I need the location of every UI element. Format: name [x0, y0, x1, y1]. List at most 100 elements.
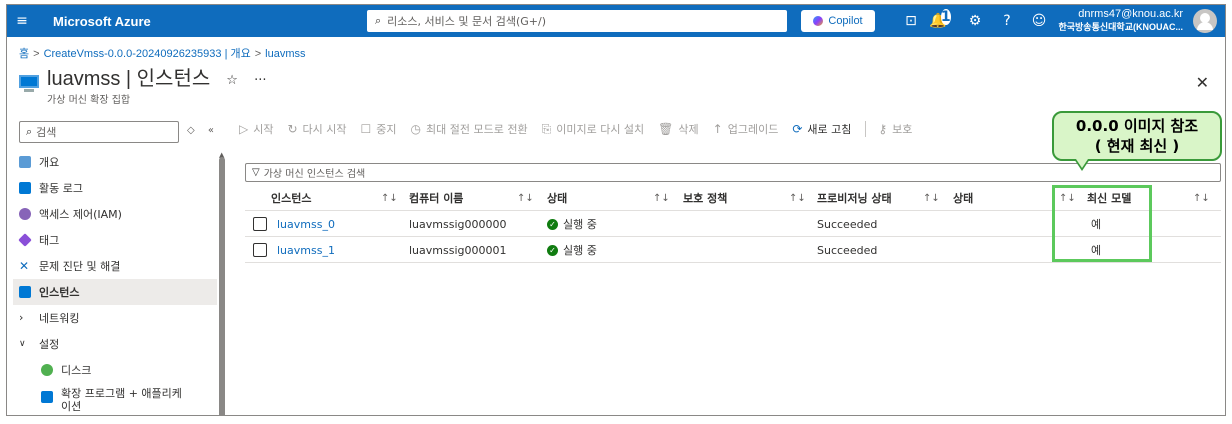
- global-search-placeholder: 리소스, 서비스 및 문서 검색(G+/): [387, 15, 547, 28]
- copilot-button[interactable]: Copilot: [801, 10, 875, 32]
- sidebar-item-tags[interactable]: 태그: [13, 227, 217, 253]
- row-checkbox[interactable]: [253, 243, 267, 257]
- sidebar-item-networking[interactable]: › 네트워킹: [13, 305, 217, 331]
- hibernate-button[interactable]: ◷ 최대 절전 모드로 전환: [411, 121, 528, 137]
- sort-icon[interactable]: ↑↓: [1193, 185, 1210, 211]
- sidebar-item-extensions[interactable]: 확장 프로그램 + 애플리케이션: [13, 383, 217, 415]
- breadcrumb-home[interactable]: 홈: [19, 48, 29, 60]
- column-header-instance[interactable]: 인스턴스: [271, 185, 311, 211]
- nav-tools: ◇ «: [187, 125, 224, 136]
- column-header-status[interactable]: 상태: [547, 185, 567, 211]
- upgrade-label: 업그레이드: [727, 123, 779, 136]
- wrench-icon: ✕: [19, 259, 30, 273]
- nav-search-input[interactable]: ⌕ 검색: [19, 121, 179, 143]
- avatar[interactable]: [1193, 9, 1217, 33]
- status-cell: ✓ 실행 중: [547, 237, 597, 263]
- help-icon[interactable]: ?: [991, 13, 1023, 29]
- upgrade-button[interactable]: ↑ 업그레이드: [713, 121, 779, 137]
- sidebar-item-overview[interactable]: 개요: [13, 149, 217, 175]
- top-icons: ⊡ 🔔1 ⚙ ? ☺: [895, 5, 1055, 37]
- feedback-icon[interactable]: ☺: [1023, 13, 1055, 29]
- restart-icon: ↻: [287, 122, 298, 136]
- vm-scale-set-icon: [19, 75, 39, 93]
- check-circle-icon: ✓: [547, 218, 558, 230]
- stop-button[interactable]: ☐ 중지: [361, 121, 397, 137]
- close-icon[interactable]: ✕: [1196, 73, 1209, 92]
- restart-label: 다시 시작: [302, 123, 347, 136]
- status-cell: ✓ 실행 중: [547, 211, 597, 237]
- breadcrumb-deployment[interactable]: CreateVmss-0.0.0-20240926235933 | 개요: [44, 48, 251, 60]
- breadcrumb-separator: >: [254, 48, 262, 60]
- status-text: 실행 중: [563, 218, 597, 231]
- refresh-button[interactable]: ⟳ 새로 고침: [792, 121, 851, 137]
- sidebar-item-activity-log[interactable]: 활동 로그: [13, 175, 217, 201]
- reimage-label: 이미지로 다시 설치: [556, 123, 645, 136]
- sort-icon[interactable]: ↑↓: [653, 185, 670, 211]
- sidebar-scrollbar[interactable]: [219, 157, 225, 415]
- page-subtitle: 가상 머신 확장 집합: [47, 95, 131, 106]
- column-header-computer-name[interactable]: 컴퓨터 이름: [409, 185, 463, 211]
- sidebar-item-iam[interactable]: 액세스 제어(IAM): [13, 201, 217, 227]
- copilot-icon: [813, 16, 824, 26]
- filter-icon: ▽: [252, 167, 260, 178]
- sidebar-item-label: 활동 로그: [39, 182, 83, 195]
- provisioning-state-cell: Succeeded: [817, 243, 878, 257]
- account-info[interactable]: dnrms47@knou.ac.kr 한국방송통신대학교(KNOUAC...: [1058, 8, 1183, 34]
- refresh-label: 새로 고침: [807, 123, 852, 136]
- notifications-icon[interactable]: 🔔1: [927, 9, 959, 29]
- start-label: 시작: [253, 123, 274, 136]
- restart-button[interactable]: ↻ 다시 시작: [287, 121, 346, 137]
- sidebar-item-diagnose[interactable]: ✕ 문제 진단 및 해결: [13, 253, 217, 279]
- sidebar-item-label: 네트워킹: [39, 312, 80, 325]
- tag-icon: [18, 233, 32, 247]
- start-button[interactable]: ▷ 시작: [239, 121, 273, 137]
- settings-gear-icon[interactable]: ⚙: [959, 13, 991, 29]
- reimage-button[interactable]: ⎘ 이미지로 다시 설치: [542, 121, 645, 137]
- brand-logo[interactable]: Microsoft Azure: [53, 14, 363, 29]
- sidebar-item-label: 태그: [39, 234, 60, 247]
- column-header-protection-policy[interactable]: 보호 정책: [683, 185, 727, 211]
- filter-placeholder: 가상 머신 인스턴스 검색: [263, 169, 366, 180]
- instance-link[interactable]: luavmss_0: [277, 211, 335, 237]
- search-icon: ⌕: [375, 14, 382, 27]
- expand-collapse-icon[interactable]: ◇: [187, 125, 195, 136]
- sort-icon[interactable]: ↑↓: [923, 185, 940, 211]
- chevron-right-icon: ›: [19, 311, 24, 324]
- breadcrumb: 홈 > CreateVmss-0.0.0-20240926235933 | 개요 > l…: [19, 45, 306, 61]
- account-email: dnrms47@knou.ac.kr: [1078, 8, 1183, 20]
- key-icon: ⚷: [878, 122, 888, 136]
- favorite-star-icon[interactable]: ☆: [226, 73, 238, 88]
- sidebar-item-disks[interactable]: 디스크: [13, 357, 217, 383]
- sidebar-item-settings[interactable]: ∨ 설정: [13, 331, 217, 357]
- account-org: 한국방송통신대학교(KNOUAC...: [1058, 22, 1183, 32]
- breadcrumb-vmss[interactable]: luavmss: [265, 48, 305, 60]
- global-search-input[interactable]: ⌕ 리소스, 서비스 및 문서 검색(G+/): [367, 10, 787, 32]
- sidebar-item-label: 디스크: [61, 364, 92, 377]
- sidebar: 개요 활동 로그 액세스 제어(IAM) 태그 ✕ 문제 진단 및 해결 인스턴…: [13, 149, 217, 415]
- sort-icon[interactable]: ↑↓: [381, 185, 398, 211]
- arrow-up-icon: ↑: [712, 122, 723, 136]
- column-header-provisioning-state[interactable]: 프로비저닝 상태: [817, 185, 892, 211]
- hibernate-label: 최대 절전 모드로 전환: [426, 123, 528, 136]
- sidebar-item-label: 설정: [39, 338, 60, 351]
- collapse-nav-icon[interactable]: «: [208, 125, 214, 136]
- refresh-icon: ⟳: [792, 122, 803, 136]
- delete-button[interactable]: 🗑 삭제: [658, 121, 698, 137]
- toolbar-divider: [865, 121, 867, 137]
- column-header-state[interactable]: 상태: [953, 185, 973, 211]
- more-options-icon[interactable]: ···: [254, 73, 266, 88]
- row-checkbox[interactable]: [253, 217, 267, 231]
- disk-icon: [41, 364, 53, 376]
- protect-button[interactable]: ⚷ 보호: [878, 121, 912, 137]
- callout-tail-inner: [1076, 159, 1088, 168]
- sidebar-item-instances[interactable]: 인스턴스: [13, 279, 217, 305]
- copilot-label: Copilot: [828, 15, 863, 27]
- reimage-icon: ⎘: [541, 121, 552, 136]
- people-icon: [19, 208, 31, 220]
- sort-icon[interactable]: ↑↓: [517, 185, 534, 211]
- cloud-shell-icon[interactable]: ⊡: [895, 13, 927, 29]
- sort-icon[interactable]: ↑↓: [789, 185, 806, 211]
- instance-link[interactable]: luavmss_1: [277, 237, 335, 263]
- hamburger-menu-icon[interactable]: ≡: [7, 5, 37, 37]
- overview-icon: [19, 156, 31, 168]
